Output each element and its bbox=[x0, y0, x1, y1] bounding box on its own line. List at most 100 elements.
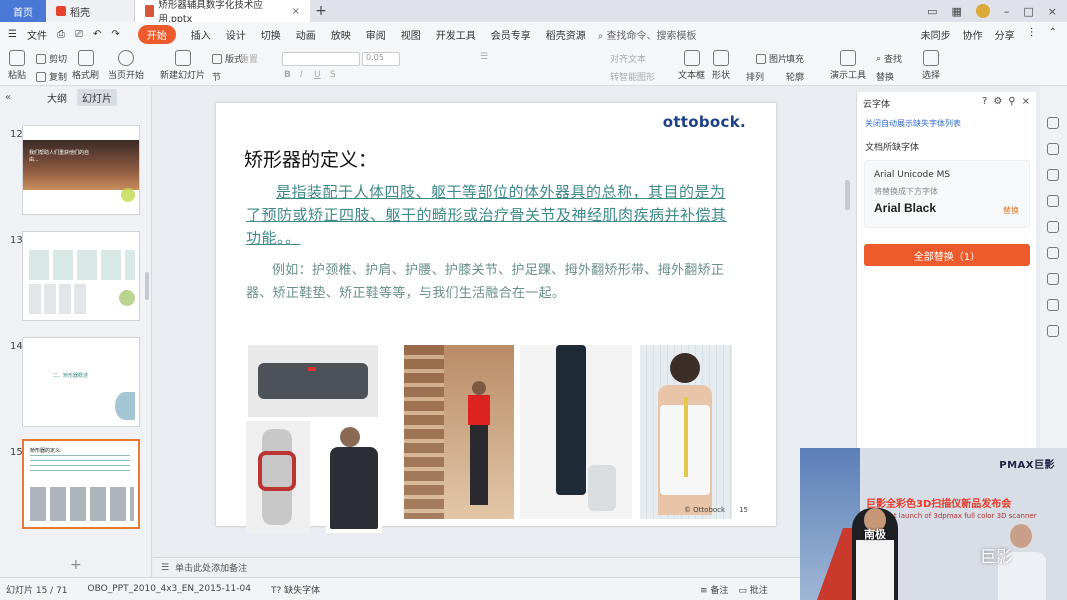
save-icon[interactable]: ⎙ bbox=[57, 29, 65, 40]
redo-icon[interactable]: ↷ bbox=[111, 29, 119, 40]
missing-font-status[interactable]: T? 缺失字体 bbox=[271, 583, 320, 596]
picture-button[interactable]: 图片 bbox=[756, 52, 787, 65]
text-align-button[interactable]: 对齐文本 bbox=[610, 52, 646, 65]
star-icon[interactable] bbox=[1047, 169, 1059, 181]
notes-toggle-icon[interactable]: ☰ bbox=[161, 563, 169, 573]
font-size-select[interactable]: 0.05 bbox=[362, 52, 400, 66]
avatar[interactable] bbox=[975, 4, 990, 18]
minimize-icon[interactable]: – bbox=[1004, 5, 1010, 18]
add-slide-button[interactable]: + bbox=[70, 557, 82, 573]
file-menu[interactable]: 文件 bbox=[27, 27, 47, 42]
arrange-button[interactable]: 排列 bbox=[746, 70, 764, 83]
current-slide[interactable]: ottobock. 矫形器的定义： 是指装配于人体四肢、躯干等部位的体外器具的总… bbox=[216, 103, 776, 533]
pin-tool-icon[interactable] bbox=[1047, 117, 1059, 129]
select-button[interactable]: 选择 bbox=[922, 50, 940, 81]
menu-tab-6[interactable]: 审阅 bbox=[366, 27, 386, 42]
photo-back-brace[interactable] bbox=[248, 345, 378, 417]
replace-link[interactable]: 替换 bbox=[1003, 205, 1019, 216]
cut-button[interactable]: 剪切 bbox=[36, 52, 67, 65]
notes-bar[interactable]: ☰ 单击此处添加备注 bbox=[153, 557, 853, 577]
photo-torso-brace[interactable] bbox=[326, 421, 382, 533]
definition-text[interactable]: 是指装配于人体四肢、躯干等部位的体外器具的总称，其目的是为了预防或矫正四肢、躯干… bbox=[246, 181, 731, 250]
menu-tab-7[interactable]: 视图 bbox=[401, 27, 421, 42]
font-family-select[interactable] bbox=[282, 52, 360, 66]
collapse-panel-icon[interactable]: « bbox=[5, 92, 11, 103]
text-tool-icon[interactable] bbox=[1047, 299, 1059, 311]
photo-leg-orthosis[interactable] bbox=[520, 345, 632, 519]
help-tool-icon[interactable] bbox=[1047, 221, 1059, 233]
close-window-icon[interactable]: × bbox=[1048, 5, 1057, 18]
grid-icon[interactable]: ▦ bbox=[951, 5, 961, 18]
list-icon[interactable]: ☰ bbox=[480, 52, 488, 62]
maximize-icon[interactable]: □ bbox=[1023, 5, 1033, 18]
format-painter-button[interactable]: 格式刷 bbox=[72, 50, 99, 81]
hamburger-icon[interactable]: ☰ bbox=[8, 29, 17, 40]
italic-button[interactable]: I bbox=[300, 70, 303, 80]
bold-button[interactable]: B bbox=[284, 70, 291, 80]
menu-tab-9[interactable]: 会员专享 bbox=[491, 27, 531, 42]
fill-button[interactable]: 填充 bbox=[786, 52, 804, 65]
cube-icon[interactable] bbox=[1047, 325, 1059, 337]
thumbnail-scrollbar[interactable] bbox=[145, 272, 149, 300]
reset-button[interactable]: 重置 bbox=[240, 52, 258, 65]
underline-button[interactable]: U bbox=[314, 70, 321, 80]
menu-tab-0[interactable]: 开始 bbox=[137, 24, 176, 44]
menu-tab-5[interactable]: 放映 bbox=[331, 27, 351, 42]
slide-thumbnail-15[interactable]: 矫形器的定义: bbox=[22, 439, 140, 529]
notes-placeholder[interactable]: 单击此处添加备注 bbox=[175, 561, 247, 574]
tab-daoke[interactable]: 稻壳 bbox=[46, 0, 134, 22]
menu-tab-1[interactable]: 插入 bbox=[191, 27, 211, 42]
sliders-icon[interactable] bbox=[1047, 143, 1059, 155]
image-tool-icon[interactable] bbox=[1047, 247, 1059, 259]
slide-thumbnail-14[interactable]: 二、矫形器概述 bbox=[22, 337, 140, 427]
presenter-tools-button[interactable]: 演示工具 bbox=[830, 50, 866, 81]
section-button[interactable]: 节 bbox=[212, 70, 221, 83]
comments-status-button[interactable]: ▭ 批注 bbox=[738, 583, 767, 596]
replace-all-button[interactable]: 全部替换（1） bbox=[864, 244, 1030, 266]
layout-button[interactable]: 版式 bbox=[212, 52, 243, 65]
menu-tab-8[interactable]: 开发工具 bbox=[436, 27, 476, 42]
undo-icon[interactable]: ↶ bbox=[93, 29, 101, 40]
share-button[interactable]: 分享 bbox=[995, 27, 1015, 42]
strikethrough-button[interactable]: S bbox=[330, 70, 336, 80]
menu-tab-2[interactable]: 设计 bbox=[226, 27, 246, 42]
outline-button[interactable]: 轮廓 bbox=[786, 70, 804, 83]
tab-close-icon[interactable]: × bbox=[292, 6, 300, 17]
copy-button[interactable]: 复制 bbox=[36, 70, 67, 83]
help-icon[interactable]: ? bbox=[982, 96, 987, 107]
collaborate-button[interactable]: 协作 bbox=[963, 27, 983, 42]
collapse-ribbon-icon[interactable]: ⌃ bbox=[1049, 27, 1057, 42]
replace-button[interactable]: 替换 bbox=[876, 70, 894, 83]
notes-status-button[interactable]: ≡ 备注 bbox=[700, 583, 728, 596]
menu-tab-10[interactable]: 稻壳资源 bbox=[546, 27, 586, 42]
copy-tool-icon[interactable] bbox=[1047, 195, 1059, 207]
canvas-scrollbar[interactable] bbox=[845, 180, 850, 210]
gear-icon[interactable]: ⚙ bbox=[993, 96, 1002, 107]
layout-icon[interactable]: ▭ bbox=[927, 5, 937, 18]
slide-title[interactable]: 矫形器的定义： bbox=[244, 145, 377, 172]
new-tab-button[interactable]: + bbox=[310, 0, 332, 22]
from-current-slide-button[interactable]: 当页开始 bbox=[108, 50, 144, 81]
menu-tab-4[interactable]: 动画 bbox=[296, 27, 316, 42]
sync-status[interactable]: 未同步 bbox=[921, 27, 951, 42]
print-icon[interactable]: ⎚ bbox=[75, 29, 83, 40]
pin-icon[interactable]: ⚲ bbox=[1008, 96, 1015, 107]
location-icon[interactable] bbox=[1047, 273, 1059, 285]
tab-home[interactable]: 首页 bbox=[0, 0, 46, 22]
convert-smartart-button[interactable]: 转智能图形 bbox=[610, 70, 655, 83]
example-text[interactable]: 例如：护颈椎、护肩、护腰、护膝关节、护足踝、拇外翻矫形带、拇外翻矫正器、矫正鞋垫… bbox=[246, 259, 731, 305]
photo-spinal-brace[interactable] bbox=[640, 345, 732, 519]
command-search[interactable]: ⌕ 查找命令、搜索模板 bbox=[598, 27, 697, 42]
slide-thumbnail-13[interactable] bbox=[22, 231, 140, 321]
tab-slides[interactable]: 幻灯片 bbox=[77, 88, 117, 106]
menu-tab-3[interactable]: 切换 bbox=[261, 27, 281, 42]
new-slide-button[interactable]: 新建幻灯片 bbox=[160, 50, 205, 81]
slide-thumbnail-12[interactable]: 我们帮助人们重获他们的自由... bbox=[22, 125, 140, 215]
tab-document[interactable]: 矫形器辅具数字化技术应用.pptx × bbox=[134, 0, 310, 25]
paste-button[interactable]: 粘贴 bbox=[8, 50, 26, 81]
find-button[interactable]: ⌕ 查找 bbox=[876, 52, 902, 66]
shape-button[interactable]: 形状 bbox=[712, 50, 730, 81]
photo-knee-brace[interactable] bbox=[246, 421, 310, 533]
close-icon[interactable]: × bbox=[1022, 96, 1030, 107]
textbox-button[interactable]: 文本框 bbox=[678, 50, 705, 81]
